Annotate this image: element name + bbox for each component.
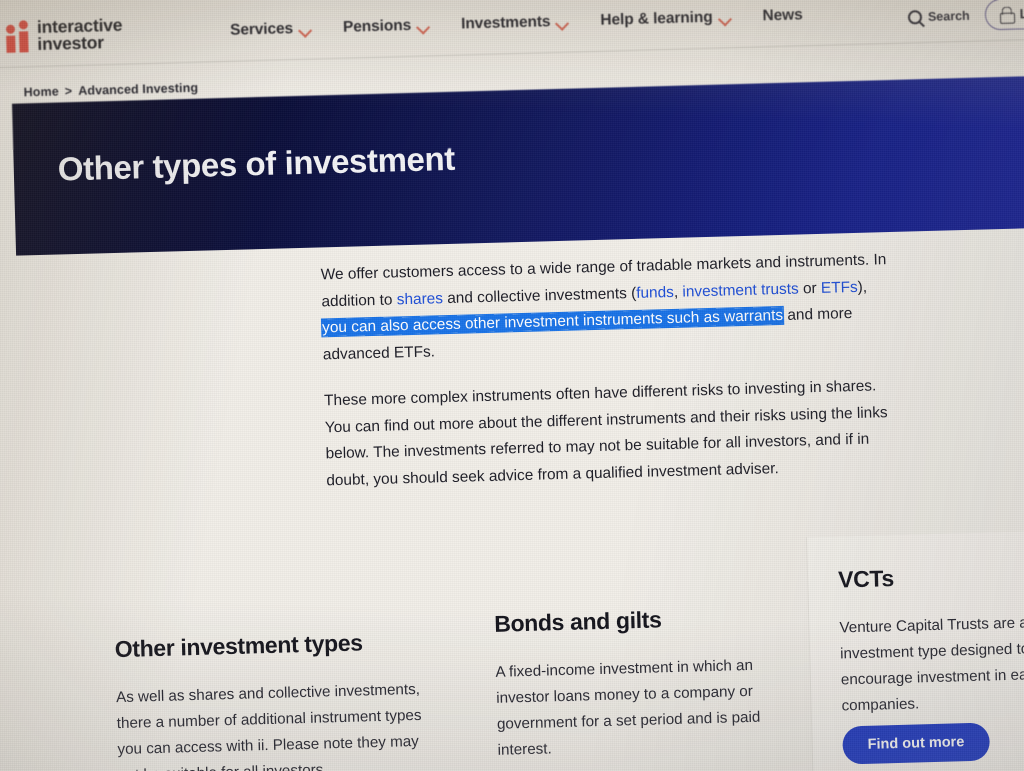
card-body: Venture Capital Trusts are a specialist … (839, 613, 1024, 715)
photographed-screen: interactive investor Services Pensions I… (0, 0, 1024, 771)
card-other-investment-types: Other investment types As well as shares… (114, 627, 438, 771)
card-bonds-and-gilts: Bonds and gilts A fixed-income investmen… (494, 603, 798, 764)
breadcrumb-item-home[interactable]: Home (24, 84, 60, 99)
card-grid: Other investment types As well as shares… (0, 0, 1024, 771)
find-out-more-button-vcts[interactable]: Find out more (842, 722, 990, 765)
card-body: A fixed-income investment in which an in… (495, 656, 761, 759)
card-title: Bonds and gilts (493, 606, 662, 637)
card-vcts: VCTs Venture Capital Trusts are a specia… (838, 559, 1024, 719)
card-title: Other investment types (114, 629, 363, 663)
browser-viewport: interactive investor Services Pensions I… (0, 0, 1024, 771)
breadcrumb-separator: > (64, 84, 73, 99)
card-body: As well as shares and collective investm… (115, 680, 422, 771)
